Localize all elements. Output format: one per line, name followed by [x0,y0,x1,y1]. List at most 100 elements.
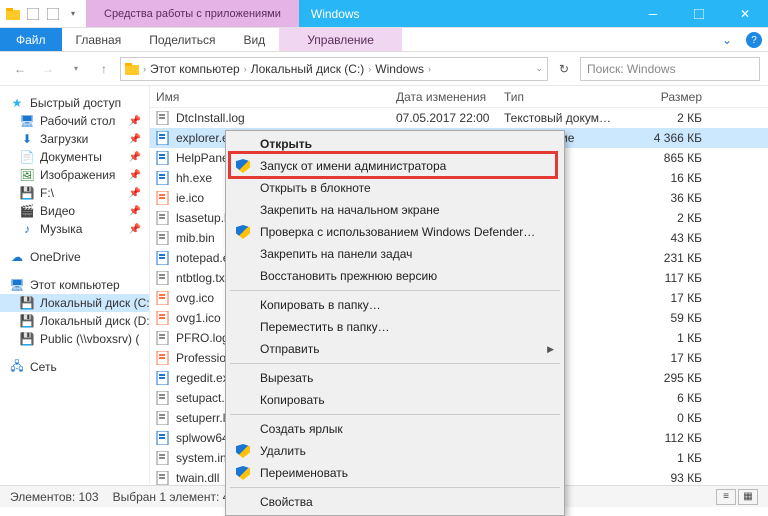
file-size: 2 КБ [628,211,708,225]
context-menu-item[interactable]: Копировать [228,389,562,411]
file-tab[interactable]: Файл [0,28,62,51]
context-menu-item[interactable]: Копировать в папку… [228,294,562,316]
context-menu-item[interactable]: Удалить [228,440,562,462]
pic-icon: 🖼 [20,168,34,182]
address-bar[interactable]: › Этот компьютер › Локальный диск (C:) ›… [120,57,548,81]
context-menu-item[interactable]: Закрепить на начальном экране [228,199,562,221]
file-name: system.ini [176,451,229,465]
breadcrumb[interactable]: Этот компьютер [150,62,240,76]
drive-icon: 💾 [20,314,34,328]
sidebar-network[interactable]: 🖧Сеть [0,358,149,376]
folder-icon[interactable] [4,5,22,23]
sidebar-drive[interactable]: 💾Локальный диск (D:) [0,312,149,330]
chevron-right-icon[interactable]: › [368,64,371,74]
pin-icon: 📌 [129,188,141,199]
window-title: Windows [299,0,630,27]
navigation-pane: ★Быстрый доступ 🖥Рабочий стол📌⬇Загрузки📌… [0,86,150,485]
ribbon-tab-manage[interactable]: Управление [279,28,402,51]
drive-icon: 💾 [20,296,34,310]
forward-button[interactable]: → [36,57,60,81]
context-menu-item[interactable]: Проверка с использованием Windows Defend… [228,221,562,243]
doc-icon: 📄 [20,150,34,164]
file-size: 112 КБ [628,431,708,445]
sidebar-item[interactable]: 🖥Рабочий стол📌 [0,112,149,130]
sidebar-item[interactable]: 🎬Видео📌 [0,202,149,220]
pin-icon: 📌 [129,116,141,127]
search-placeholder: Поиск: Windows [587,62,676,76]
qat-item[interactable] [44,5,62,23]
minimize-button[interactable]: ─ [630,0,676,27]
file-name: ovg1.ico [176,311,221,325]
search-input[interactable]: Поиск: Windows [580,57,760,81]
sidebar-item[interactable]: ♪Музыка📌 [0,220,149,238]
recent-dropdown[interactable]: ▾ [64,57,88,81]
context-menu-item[interactable]: Открыть [228,133,562,155]
pc-icon: 🖥 [10,278,24,292]
context-menu-item[interactable]: Переместить в папку… [228,316,562,338]
context-menu-item[interactable]: Создать ярлык [228,418,562,440]
view-icons-button[interactable]: ▦ [738,489,758,505]
col-type[interactable]: Тип [498,90,628,104]
context-menu-item[interactable]: Свойства [228,491,562,513]
qat-dropdown[interactable]: ▾ [64,5,82,23]
chevron-right-icon[interactable]: › [244,64,247,74]
breadcrumb[interactable]: Windows [375,62,424,76]
ribbon-tab-share[interactable]: Поделиться [135,28,229,51]
context-menu-item[interactable]: Вырезать [228,367,562,389]
sidebar-this-pc[interactable]: 🖥Этот компьютер [0,276,149,294]
sidebar-item[interactable]: 💾F:\📌 [0,184,149,202]
ribbon-tab-view[interactable]: Вид [229,28,279,51]
back-button[interactable]: ← [8,57,32,81]
file-name: ovg.ico [176,291,214,305]
sidebar-item[interactable]: ⬇Загрузки📌 [0,130,149,148]
context-menu-item[interactable]: Запуск от имени администратора [228,155,562,177]
cloud-icon: ☁ [10,250,24,264]
file-size: 17 КБ [628,291,708,305]
chevron-right-icon[interactable]: › [428,64,431,74]
submenu-arrow-icon: ▶ [547,344,554,355]
star-icon: ★ [10,96,24,110]
file-row[interactable]: DtcInstall.log 07.05.2017 22:00 Текстовы… [150,108,768,128]
file-name: mib.bin [176,231,215,245]
status-item-count: Элементов: 103 [10,490,99,504]
pin-icon: 📌 [129,170,141,181]
context-menu-item[interactable]: Открыть в блокноте [228,177,562,199]
titlebar: ▾ Средства работы с приложениями Windows… [0,0,768,28]
col-date[interactable]: Дата изменения [390,90,498,104]
qat-item[interactable] [24,5,42,23]
sidebar-drive[interactable]: 💾Локальный диск (C:) [0,294,149,312]
maximize-button[interactable] [676,0,722,27]
sidebar-onedrive[interactable]: ☁OneDrive [0,248,149,266]
context-menu-item[interactable]: Закрепить на панели задач [228,243,562,265]
context-menu-item[interactable]: Восстановить прежнюю версию [228,265,562,287]
desktop-icon: 🖥 [20,114,34,128]
refresh-button[interactable]: ↻ [552,57,576,81]
up-button[interactable]: ↑ [92,57,116,81]
file-name: twain.dll [176,471,219,485]
sidebar-drive[interactable]: 💾Public (\\vboxsrv) ( [0,330,149,348]
context-menu-item[interactable]: Переименовать [228,462,562,484]
col-size[interactable]: Размер [628,90,708,104]
ribbon-expand-button[interactable]: ⌄ [714,28,740,51]
sidebar-item[interactable]: 📄Документы📌 [0,148,149,166]
contextual-tab-label: Средства работы с приложениями [86,0,299,27]
view-details-button[interactable]: ≡ [716,489,736,505]
sidebar-item[interactable]: 🖼Изображения📌 [0,166,149,184]
pin-icon: 📌 [129,224,141,235]
column-headers: Имя Дата изменения Тип Размер [150,86,768,108]
file-name: PFRO.log [176,331,229,345]
close-button[interactable]: ✕ [722,0,768,27]
context-menu-item[interactable]: Отправить▶ [228,338,562,360]
help-button[interactable]: ? [746,32,762,48]
address-dropdown[interactable]: ⌄ [535,63,543,74]
ribbon-tab-home[interactable]: Главная [62,28,136,51]
chevron-right-icon[interactable]: › [143,64,146,74]
col-name[interactable]: Имя [150,90,390,104]
breadcrumb[interactable]: Локальный диск (C:) [251,62,365,76]
file-size: 6 КБ [628,391,708,405]
music-icon: ♪ [20,222,34,236]
file-size: 36 КБ [628,191,708,205]
quick-access-toolbar: ▾ [0,0,86,27]
sidebar-quick-access[interactable]: ★Быстрый доступ [0,94,149,112]
network-icon: 🖧 [10,360,24,374]
